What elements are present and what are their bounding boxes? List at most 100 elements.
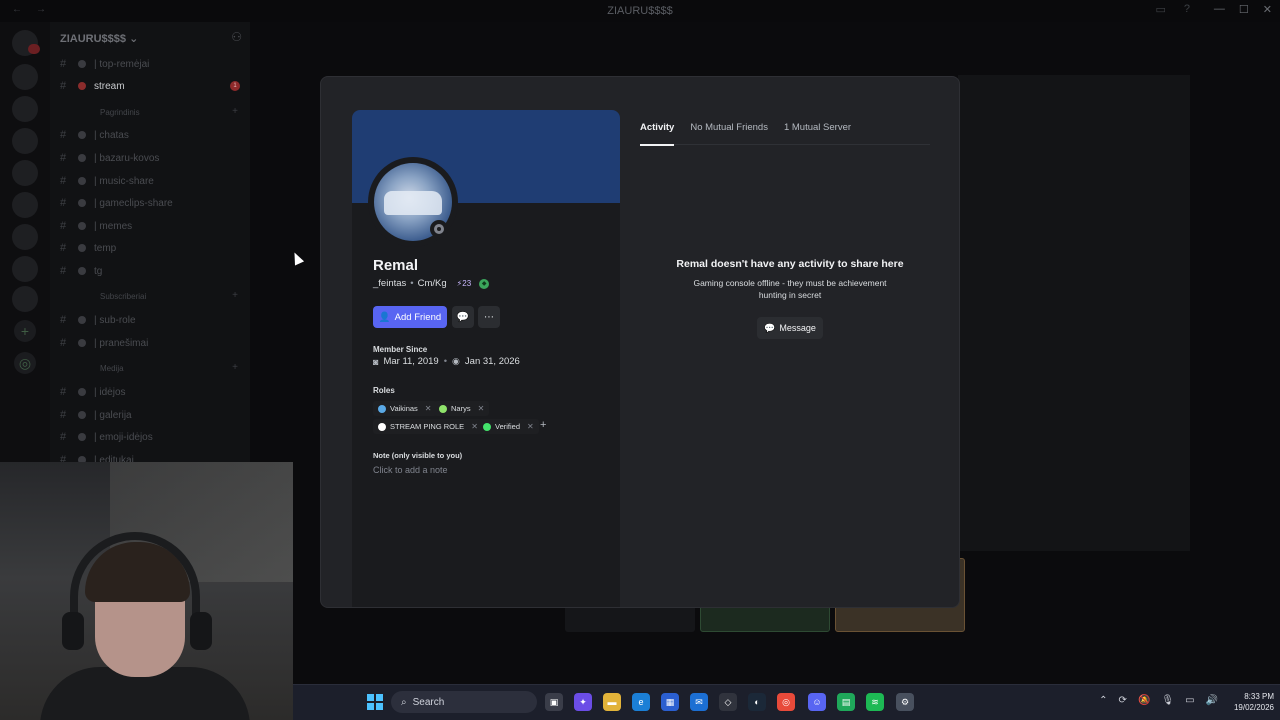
channel-item[interactable]: # stream [60, 80, 125, 92]
channel-item[interactable]: # | gameclips-share [60, 197, 173, 209]
role-pill[interactable]: Vaikinas ✕ [373, 401, 437, 416]
app-icon[interactable]: ▤ [837, 693, 855, 711]
username-row: _feintas • Cm/Kg ⚡23 ◆ [373, 278, 490, 289]
task-view-icon[interactable]: ▣ [545, 693, 563, 711]
steam-icon[interactable]: ◐ [748, 693, 766, 711]
tab-1-mutual-server[interactable]: 1 Mutual Server [784, 121, 851, 145]
channel-label: | editukai [94, 454, 134, 463]
server-icon[interactable] [12, 128, 38, 154]
category-header[interactable]: Subscriberiai [100, 292, 146, 301]
outlook-icon[interactable]: ✉ [690, 693, 708, 711]
add-role-icon[interactable]: + [540, 419, 546, 431]
tab-no-mutual-friends[interactable]: No Mutual Friends [690, 121, 768, 145]
channel-item[interactable]: # | emoji-idėjos [60, 431, 153, 443]
chat-bubble-icon: 💬 [764, 322, 776, 333]
clock[interactable]: 8:33 PM 19/02/2026 [1234, 691, 1274, 713]
profile-card: Remal _feintas • Cm/Kg ⚡23 ◆ 👤 Add Frien… [352, 110, 620, 607]
chrome-icon[interactable]: ◎ [777, 693, 795, 711]
inbox-icon[interactable]: ▭ [1155, 3, 1165, 16]
file-explorer-icon[interactable]: ▬ [603, 693, 621, 711]
member-since-discord: Mar 11, 2019 [383, 356, 439, 367]
add-friend-button[interactable]: 👤 Add Friend [373, 306, 447, 328]
maximize-button[interactable]: ☐ [1239, 3, 1249, 16]
discord-taskbar-icon[interactable]: ☺ [808, 693, 826, 711]
add-member-icon[interactable]: ⚇ [231, 30, 242, 44]
channel-item[interactable]: # tg [60, 265, 102, 277]
copilot-icon[interactable]: ✦ [574, 693, 592, 711]
channel-label: | chatas [94, 129, 129, 141]
remove-role-icon[interactable]: ✕ [471, 422, 478, 431]
minimize-button[interactable]: — [1214, 3, 1225, 16]
role-pill[interactable]: Narys ✕ [434, 401, 490, 416]
sync-icon[interactable]: ⟳ [1119, 695, 1127, 706]
server-icon[interactable] [12, 224, 38, 250]
network-icon[interactable]: ▭ [1185, 695, 1194, 706]
taskbar-search[interactable]: ⌕ Search [391, 691, 537, 713]
server-icon[interactable] [12, 192, 38, 218]
remove-role-icon[interactable]: ✕ [527, 422, 534, 431]
role-name: Vaikinas [390, 404, 418, 413]
nav-arrows[interactable]: ← → [12, 4, 46, 15]
store-icon[interactable]: ▦ [661, 693, 679, 711]
explore-icon[interactable]: ◎ [14, 352, 36, 374]
remove-role-icon[interactable]: ✕ [478, 404, 485, 413]
discord-icon: ◙ [373, 356, 379, 367]
add-channel-icon[interactable]: + [232, 106, 238, 117]
spotify-icon[interactable]: ≋ [866, 693, 884, 711]
edge-icon[interactable]: e [632, 693, 650, 711]
channel-item[interactable]: # | memes [60, 220, 132, 232]
category-header[interactable]: Pagrindinis [100, 108, 140, 117]
hash-icon: # [60, 80, 67, 92]
channel-item[interactable]: # | chatas [60, 129, 129, 141]
chevron-up-icon[interactable]: ⌃ [1099, 695, 1107, 706]
role-name: STREAM PING ROLE [390, 422, 465, 431]
server-icon[interactable] [12, 64, 38, 90]
back-icon[interactable]: ← [12, 4, 22, 15]
close-button[interactable]: ✕ [1263, 3, 1272, 16]
settings-icon[interactable]: ⚙ [896, 693, 914, 711]
add-channel-icon[interactable]: + [232, 362, 238, 373]
channel-emoji-icon [78, 316, 86, 324]
hash-icon: # [60, 152, 67, 164]
channel-item[interactable]: # | music-share [60, 175, 154, 187]
server-icon[interactable] [12, 160, 38, 186]
channel-item[interactable]: # | editukai [60, 454, 134, 462]
server-name[interactable]: ZIAURU$$$$ ⌄ [60, 32, 138, 45]
channel-item[interactable]: # | sub-role [60, 314, 136, 326]
role-color-icon [439, 404, 447, 413]
remove-role-icon[interactable]: ✕ [425, 404, 432, 413]
channel-item[interactable]: # | bazaru-kovos [60, 152, 159, 164]
start-icon[interactable] [367, 694, 383, 710]
role-pill[interactable]: Verified ✕ [478, 419, 539, 434]
channel-sidebar: ZIAURU$$$$ ⌄ ⚇ # | top-remėjai # stream 1 # | … [50, 22, 250, 462]
hash-icon: # [60, 197, 67, 209]
offline-status-icon [430, 220, 448, 238]
channel-item[interactable]: # | idėjos [60, 386, 126, 398]
channel-item[interactable]: # | galerija [60, 409, 132, 421]
forward-icon[interactable]: → [36, 4, 46, 15]
add-channel-icon[interactable]: + [232, 290, 238, 301]
help-icon[interactable]: ? [1184, 3, 1190, 16]
server-icon[interactable] [12, 96, 38, 122]
volume-icon[interactable]: 🔊 [1206, 695, 1218, 706]
more-options-button[interactable]: ⋯ [478, 306, 500, 328]
note-input[interactable]: Click to add a note [373, 465, 448, 475]
message-icon-button[interactable]: 💬 [452, 306, 474, 328]
server-icon[interactable] [12, 256, 38, 282]
category-header[interactable]: Medija [100, 364, 124, 373]
hash-icon: # [60, 58, 67, 70]
taskbar: ⌕ Search ▣ ✦ ▬ e ▦ ✉ ◇ ◐ ◎ ☺ ▤ ≋ ⚙ ⌃ ⟳ 🔕… [293, 684, 1280, 720]
app-icon[interactable]: ◇ [719, 693, 737, 711]
role-pill[interactable]: STREAM PING ROLE ✕ [373, 419, 483, 434]
channel-label: | pranešimai [94, 337, 149, 349]
add-server-icon[interactable]: + [14, 320, 36, 342]
channel-item[interactable]: # temp [60, 242, 116, 254]
notifications-off-icon[interactable]: 🔕 [1138, 695, 1150, 706]
channel-item[interactable]: # | pranešimai [60, 337, 148, 349]
server-icon[interactable] [12, 286, 38, 312]
tab-activity[interactable]: Activity [640, 121, 675, 146]
channel-emoji-icon [78, 82, 86, 90]
channel-item[interactable]: # | top-remėjai [60, 58, 149, 70]
message-button[interactable]: 💬 Message [757, 317, 823, 339]
mic-icon[interactable]: 🎙 [1161, 695, 1174, 706]
